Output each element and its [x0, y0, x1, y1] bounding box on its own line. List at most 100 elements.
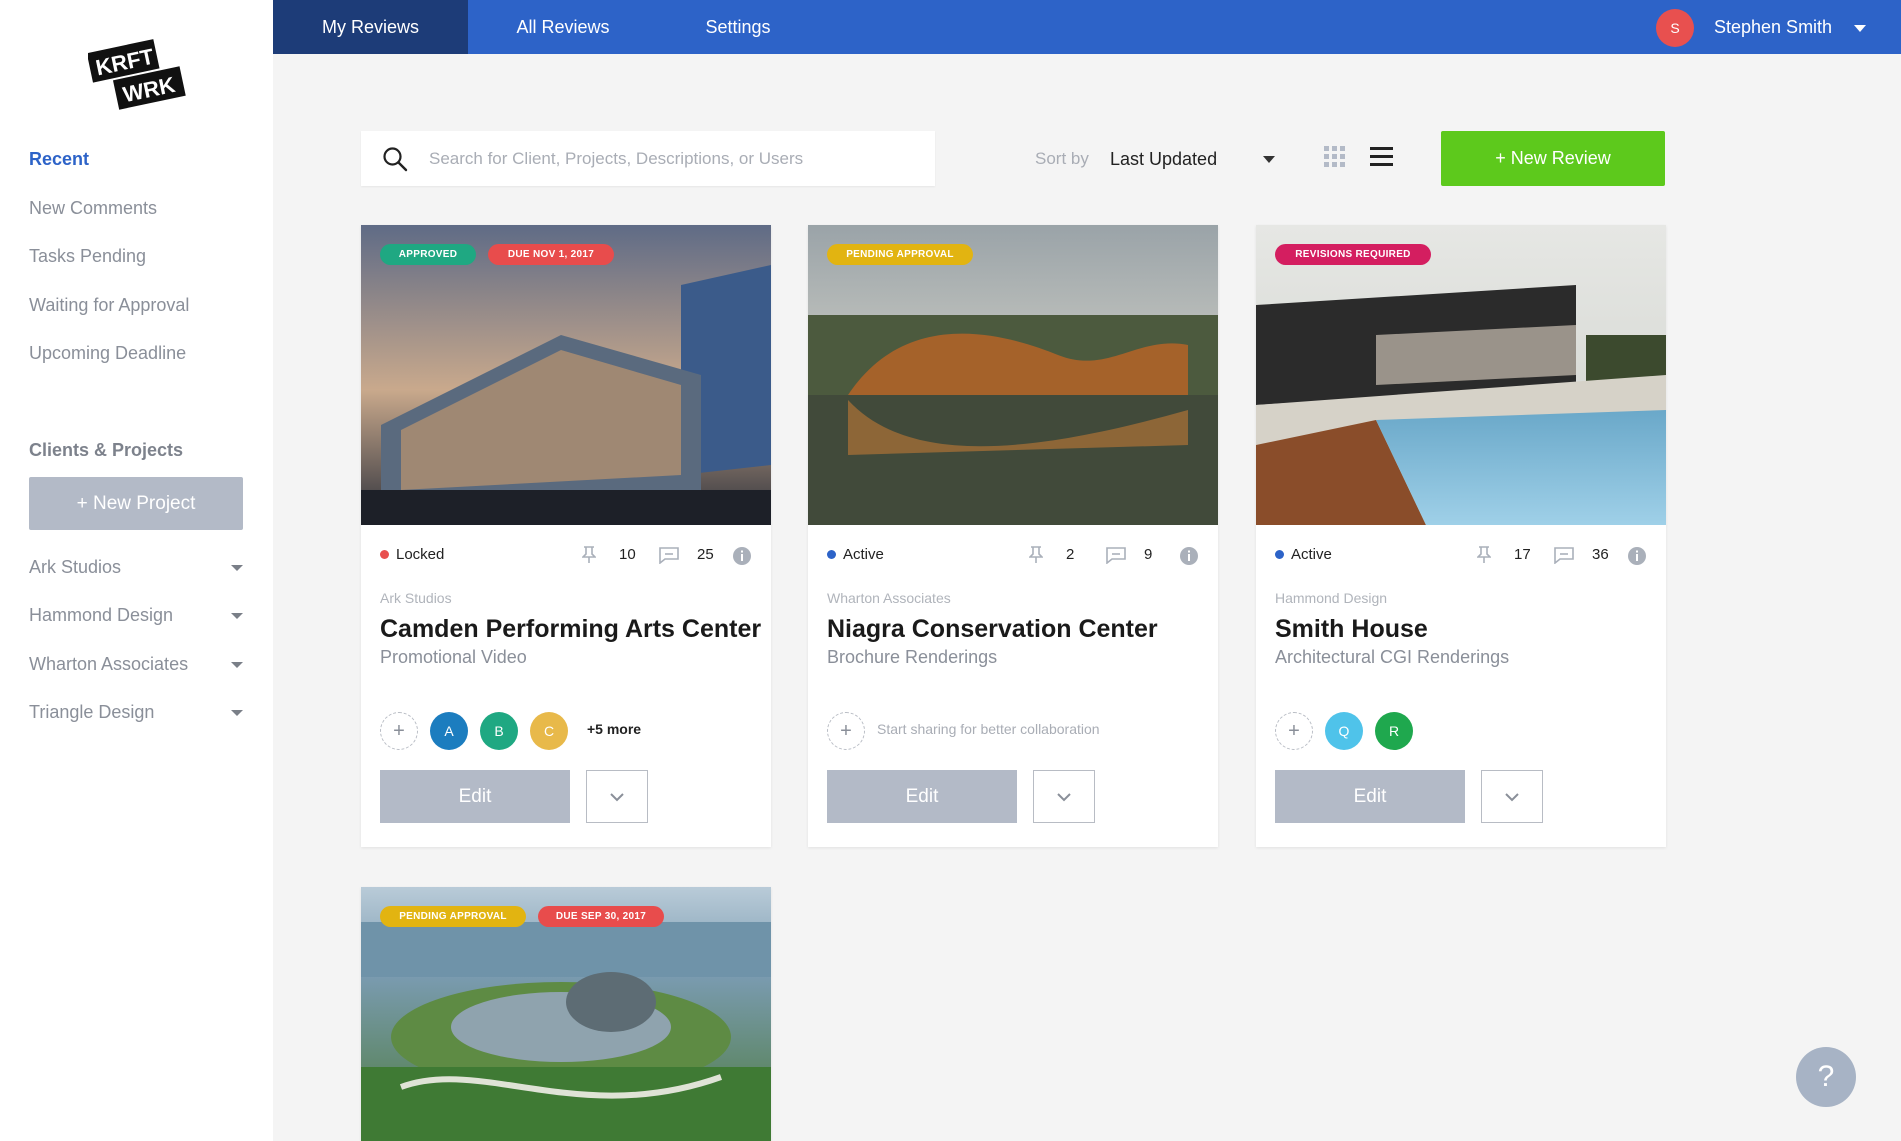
comment-count: 36	[1592, 546, 1609, 563]
sidebar-item-recent[interactable]: Recent	[29, 149, 89, 170]
avatar[interactable]: A	[430, 712, 468, 750]
chevron-down-icon[interactable]	[1263, 156, 1275, 163]
client-label: Hammond Design	[29, 605, 174, 625]
add-collaborator-button[interactable]: +	[380, 712, 418, 750]
card-subtitle: Architectural CGI Renderings	[1275, 647, 1510, 667]
edit-button[interactable]: Edit	[827, 770, 1017, 823]
avatar[interactable]: B	[480, 712, 518, 750]
status-dot	[380, 550, 389, 559]
pin-count: 2	[1066, 546, 1075, 563]
card-subtitle: Brochure Renderings	[827, 647, 998, 667]
info-icon[interactable]	[1627, 546, 1647, 566]
status-dot	[827, 550, 836, 559]
status-indicator: Locked	[380, 546, 444, 563]
list-view-icon[interactable]	[1370, 147, 1393, 166]
search-input[interactable]	[429, 131, 919, 186]
search-box	[361, 131, 935, 186]
client-item-triangle-design[interactable]: Triangle Design	[29, 702, 243, 723]
sidebar-item-upcoming-deadline[interactable]: Upcoming Deadline	[29, 343, 186, 364]
chevron-down-icon	[610, 792, 624, 801]
card-title[interactable]: Niagra Conservation Center	[827, 615, 1158, 644]
card-thumbnail[interactable]	[361, 225, 771, 525]
status-label: Active	[843, 546, 884, 563]
info-icon[interactable]	[732, 546, 752, 566]
plus-icon: +	[393, 719, 405, 742]
tab-settings[interactable]: Settings	[658, 0, 818, 54]
search-icon	[383, 147, 408, 172]
chevron-down-icon[interactable]	[231, 564, 243, 571]
tab-my-reviews[interactable]: My Reviews	[273, 0, 468, 54]
status-dot	[1275, 550, 1284, 559]
pin-icon	[1477, 546, 1491, 563]
grid-view-icon[interactable]	[1324, 146, 1345, 167]
user-avatar[interactable]: S	[1656, 9, 1694, 47]
help-button[interactable]: ?	[1796, 1047, 1856, 1107]
chevron-down-icon[interactable]	[1854, 25, 1866, 32]
new-review-button[interactable]: + New Review	[1441, 131, 1665, 186]
status-badge: APPROVED	[380, 244, 476, 265]
pin-icon	[582, 546, 596, 563]
card-menu-button[interactable]	[1481, 770, 1543, 823]
sort-select[interactable]: Last Updated	[1110, 149, 1217, 170]
plus-icon: +	[840, 719, 852, 742]
sidebar-item-waiting-approval[interactable]: Waiting for Approval	[29, 295, 189, 316]
add-collaborator-button[interactable]: +	[1275, 712, 1313, 750]
comment-count: 9	[1144, 546, 1153, 563]
due-date-badge: DUE NOV 1, 2017	[488, 244, 614, 265]
card-menu-button[interactable]	[1033, 770, 1095, 823]
top-nav-bar: My Reviews All Reviews Settings S Stephe…	[273, 0, 1901, 54]
card-subtitle: Promotional Video	[380, 647, 527, 667]
krftwrk-logo[interactable]: KRFT WRK	[88, 31, 188, 115]
avatar[interactable]: C	[530, 712, 568, 750]
sidebar-item-new-comments[interactable]: New Comments	[29, 198, 157, 219]
card-thumbnail[interactable]	[808, 225, 1218, 525]
card-thumbnail[interactable]	[1256, 225, 1666, 525]
card-client[interactable]: Ark Studios	[380, 590, 452, 606]
info-icon[interactable]	[1179, 546, 1199, 566]
status-indicator: Active	[1275, 546, 1332, 563]
status-badge: REVISIONS REQUIRED	[1275, 244, 1431, 265]
client-label: Ark Studios	[29, 557, 122, 577]
plus-icon: +	[1288, 719, 1300, 742]
card-title[interactable]: Camden Performing Arts Center	[380, 615, 761, 644]
edit-button[interactable]: Edit	[1275, 770, 1465, 823]
comment-icon	[1106, 547, 1126, 564]
client-item-ark-studios[interactable]: Ark Studios	[29, 557, 243, 578]
pin-count: 17	[1514, 546, 1531, 563]
sort-label: Sort by	[1035, 149, 1089, 168]
review-card[interactable]: PENDING APPROVAL DUE SEP 30, 2017	[361, 887, 771, 1141]
edit-button[interactable]: Edit	[380, 770, 570, 823]
chevron-down-icon[interactable]	[231, 612, 243, 619]
chevron-down-icon	[1505, 792, 1519, 801]
review-card[interactable]: PENDING APPROVAL Active 2 9 Wharton Asso…	[808, 225, 1218, 847]
status-badge: PENDING APPROVAL	[827, 244, 973, 265]
new-project-button[interactable]: + New Project	[29, 477, 243, 530]
chevron-down-icon[interactable]	[231, 709, 243, 716]
review-card[interactable]: REVISIONS REQUIRED Active 17 36 Hammond …	[1256, 225, 1666, 847]
card-client[interactable]: Hammond Design	[1275, 590, 1387, 606]
add-collaborator-button[interactable]: +	[827, 712, 865, 750]
user-name[interactable]: Stephen Smith	[1714, 17, 1832, 38]
avatar[interactable]: Q	[1325, 712, 1363, 750]
client-item-hammond-design[interactable]: Hammond Design	[29, 605, 243, 626]
client-label: Triangle Design	[29, 702, 155, 722]
sidebar-item-tasks-pending[interactable]: Tasks Pending	[29, 246, 146, 267]
chevron-down-icon	[1057, 792, 1071, 801]
avatar[interactable]: R	[1375, 712, 1413, 750]
comment-count: 25	[697, 546, 714, 563]
clients-projects-heading: Clients & Projects	[29, 440, 184, 460]
client-label: Wharton Associates	[29, 654, 189, 674]
tab-all-reviews[interactable]: All Reviews	[468, 0, 658, 54]
card-menu-button[interactable]	[586, 770, 648, 823]
card-client[interactable]: Wharton Associates	[827, 590, 951, 606]
share-hint: Start sharing for better collaboration	[877, 721, 1100, 737]
status-badge: PENDING APPROVAL	[380, 906, 526, 927]
review-card[interactable]: APPROVED DUE NOV 1, 2017 Locked 10 25 Ar…	[361, 225, 771, 847]
card-title[interactable]: Smith House	[1275, 615, 1428, 644]
more-collaborators[interactable]: +5 more	[587, 721, 641, 737]
sidebar: KRFT WRK Recent New Comments Tasks Pendi…	[0, 0, 273, 1141]
chevron-down-icon[interactable]	[231, 661, 243, 668]
pin-count: 10	[619, 546, 636, 563]
client-item-wharton-associates[interactable]: Wharton Associates	[29, 654, 243, 675]
status-label: Active	[1291, 546, 1332, 563]
